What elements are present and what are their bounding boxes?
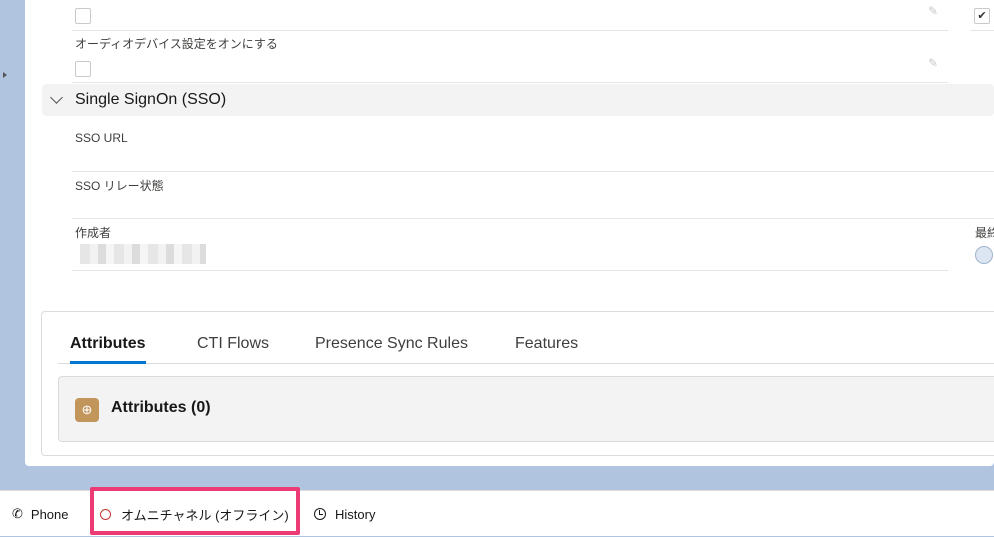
sso-relay-label: SSO リレー状態 — [75, 179, 164, 193]
edit-pencil-icon[interactable]: ✎ — [928, 56, 942, 70]
created-by-label: 作成者 — [75, 226, 112, 240]
tab-features[interactable]: Features — [515, 335, 578, 364]
phone-utility-item[interactable]: ✆ Phone — [12, 491, 69, 537]
last-modified-label: 最終 — [975, 226, 994, 240]
offline-status-icon — [100, 508, 111, 520]
related-lists-panel: Attributes CTI Flows Presence Sync Rules… — [41, 311, 994, 456]
chevron-down-icon — [50, 91, 63, 104]
expand-panel-icon[interactable] — [3, 72, 7, 78]
sso-section-title: Single SignOn (SSO) — [75, 91, 227, 108]
sso-section-header[interactable]: Single SignOn (SSO) — [42, 84, 994, 116]
audio-device-checkbox — [75, 61, 91, 77]
field-divider — [72, 30, 948, 31]
field-divider — [72, 270, 948, 271]
omni-channel-utility-item[interactable]: オムニチャネル (オフライン) — [100, 491, 289, 537]
field-divider — [970, 30, 994, 31]
attributes-card-title[interactable]: Attributes (0) — [111, 399, 211, 417]
history-utility-item[interactable]: History — [314, 491, 375, 537]
field-divider — [72, 171, 994, 172]
tab-cti-flows[interactable]: CTI Flows — [197, 335, 269, 364]
phone-icon: ✆ — [12, 506, 23, 521]
field-divider — [72, 82, 948, 83]
clock-icon — [314, 508, 326, 520]
history-label: History — [335, 506, 376, 522]
tab-attributes[interactable]: Attributes — [70, 335, 146, 364]
sso-url-label: SSO URL — [75, 131, 128, 145]
record-detail-card: ✎ ✔ オーディオデバイス設定をオンにする ✎ Single SignOn (S… — [25, 0, 994, 466]
tab-presence-sync-rules[interactable]: Presence Sync Rules — [315, 335, 468, 364]
edit-pencil-icon[interactable]: ✎ — [928, 4, 942, 18]
audio-device-label: オーディオデバイス設定をオンにする — [75, 37, 278, 51]
right-field-checkbox: ✔ — [974, 8, 990, 24]
attributes-icon: ⊕ — [75, 398, 99, 422]
related-tabs: Attributes CTI Flows Presence Sync Rules… — [58, 332, 994, 364]
field-divider — [72, 218, 994, 219]
omni-channel-label: オムニチャネル (オフライン) — [121, 507, 289, 523]
left-panel-strip — [0, 0, 12, 490]
attributes-related-card: ⊕ Attributes (0) — [58, 376, 994, 442]
phone-label: Phone — [30, 506, 69, 522]
utility-bar: ✆ Phone オムニチャネル (オフライン) History — [0, 487, 994, 537]
avatar[interactable] — [975, 246, 993, 264]
created-by-value-redacted — [80, 244, 206, 264]
top-field-checkbox — [75, 8, 91, 24]
